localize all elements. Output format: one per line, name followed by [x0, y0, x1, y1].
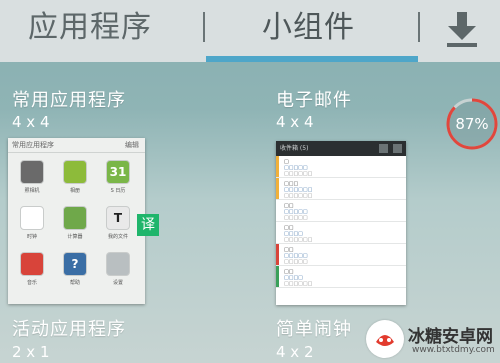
mail-preview: □□□□□□	[284, 171, 313, 177]
mail-preview: □□□□□□	[284, 193, 313, 199]
compose-icon	[379, 144, 388, 153]
frequent-apps-preview-header: 常用应用程序 编辑	[8, 138, 145, 153]
app-label: 帮助	[69, 280, 80, 286]
app-text: T 我的文件	[98, 206, 138, 250]
mail-sender: □□	[284, 247, 294, 253]
widget-title-active-apps: 活动应用程序	[12, 319, 126, 340]
mail-preview: □□□□□□	[284, 281, 313, 287]
widget-title-simple-alarm: 简单闹钟	[276, 319, 352, 340]
watermark-url: www.btxtdmy.com	[412, 345, 495, 355]
memory-usage-label: 87%	[455, 115, 489, 133]
settings-icon	[106, 252, 130, 276]
mail-preview: □□□□□□	[284, 237, 313, 243]
app-settings: 设置	[98, 252, 138, 296]
calculator-icon	[63, 206, 87, 230]
widget-title-email: 电子邮件	[276, 90, 352, 111]
widget-size-frequent-apps: 4 x 4	[12, 113, 50, 131]
mail-sender: □□□	[284, 181, 299, 187]
watermark-title: 冰糖安卓网	[408, 327, 493, 347]
app-calendar: 31 S 日历	[98, 160, 138, 204]
app-calculator: 计算器	[55, 206, 95, 250]
frequent-apps-widget-preview[interactable]: 常用应用程序 编辑 照相机 相册 31 S 日历 时钟 计算器 T 我的文件 音乐? 帮助 设置	[8, 138, 145, 304]
mail-item: □□□□□□□□□□□□	[276, 266, 406, 288]
tab-apps[interactable]: 应用程序	[28, 8, 152, 48]
frequent-apps-preview-edit: 编辑	[125, 141, 139, 149]
mail-item: □□□ □□□□□□ □□□□□□	[276, 178, 406, 200]
app-music: 音乐	[12, 252, 52, 296]
mail-status-bar	[276, 200, 279, 221]
widget-size-email: 4 x 4	[276, 113, 314, 131]
app-label: 时钟	[26, 234, 37, 240]
tab-divider	[203, 12, 205, 42]
music-icon	[20, 252, 44, 276]
app-label: S 日历	[110, 188, 126, 194]
app-camera: 照相机	[12, 160, 52, 204]
widget-size-active-apps: 2 x 1	[12, 343, 50, 361]
mail-status-bar	[276, 156, 279, 177]
mail-sender: □□	[284, 269, 294, 275]
email-preview-header: 收件箱 (5)	[276, 141, 406, 156]
app-help: ? 帮助	[55, 252, 95, 296]
app-label: 我的文件	[107, 234, 128, 240]
frequent-apps-preview-title: 常用应用程序	[12, 141, 54, 149]
mail-status-bar	[276, 266, 279, 287]
watermark-logo	[366, 320, 404, 358]
tab-bar: 应用程序 小组件	[0, 0, 500, 62]
app-label: 计算器	[67, 234, 83, 240]
watermark: 冰糖安卓网 www.btxtdmy.com	[366, 318, 500, 363]
text-icon: T	[106, 206, 130, 230]
app-label: 照相机	[24, 188, 40, 194]
mail-item: □□□□□□□□□□□□	[276, 244, 406, 266]
calendar-icon: 31	[106, 160, 130, 184]
mail-sender: □□	[284, 203, 294, 209]
email-widget-preview[interactable]: 收件箱 (5) □ □□□□□ □□□□□□ □□□ □□□□□□ □□□□□□ □□ □□□…	[276, 141, 406, 305]
app-label: 设置	[112, 280, 123, 286]
widget-size-simple-alarm: 4 x 2	[276, 343, 314, 361]
download-icon[interactable]	[445, 10, 479, 48]
email-preview-title: 收件箱 (5)	[280, 145, 309, 152]
app-clock: 时钟	[12, 206, 52, 250]
camera-icon	[20, 160, 44, 184]
mail-preview: □□□□□	[284, 259, 308, 265]
clock-icon	[20, 206, 44, 230]
gallery-icon	[63, 160, 87, 184]
mail-sender: □	[284, 159, 289, 165]
mail-status-bar	[276, 244, 279, 265]
app-label: 相册	[69, 188, 80, 194]
tab-widgets[interactable]: 小组件	[262, 8, 355, 48]
tab-divider	[418, 12, 420, 42]
widget-title-frequent-apps: 常用应用程序	[12, 90, 126, 111]
translate-badge[interactable]: 译	[137, 214, 159, 236]
mail-item: □□□□□□□□□□□□	[276, 222, 406, 244]
help-icon: ?	[63, 252, 87, 276]
mail-status-bar	[276, 178, 279, 199]
app-gallery: 相册	[55, 160, 95, 204]
mail-item: □□□□□□□□□□□□	[276, 156, 406, 178]
mail-status-bar	[276, 222, 279, 243]
mail-list: □ □□□□□ □□□□□□ □□□ □□□□□□ □□□□□□ □□ □□□□□ □□□□□ □…	[276, 156, 406, 288]
mail-preview: □□□□□	[284, 215, 308, 221]
app-label: 音乐	[26, 280, 37, 286]
refresh-icon	[393, 144, 402, 153]
mail-item: □□□□□□□□□□□□	[276, 200, 406, 222]
mail-sender: □□	[284, 225, 294, 231]
